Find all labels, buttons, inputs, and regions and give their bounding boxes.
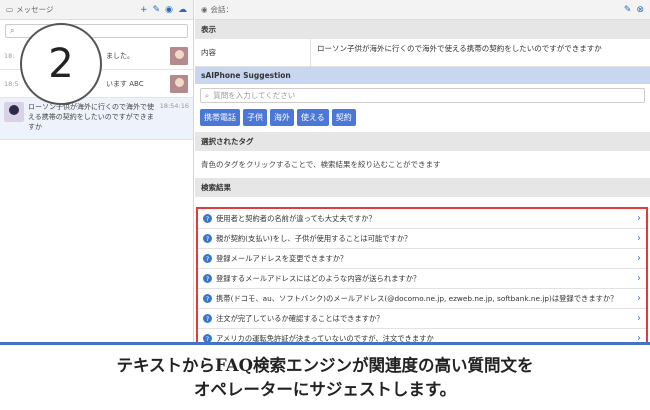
caption-line-1: テキストからFAQ検索エンジンが関連度の高い質問文を [116, 355, 534, 375]
question-icon: ? [203, 214, 212, 223]
eye-icon: ◉ [201, 5, 208, 14]
question-icon: ? [203, 294, 212, 303]
results-header: 検索結果 [195, 178, 650, 197]
chevron-right-icon: › [637, 213, 641, 224]
avatar [4, 102, 24, 122]
search-icon: ⌕ [205, 90, 210, 100]
result-item[interactable]: ? 親が契約(支払い)をし、子供が使用することは可能ですか？ › [198, 229, 646, 249]
suggestion-header: sAIPhone Suggestion [195, 67, 650, 84]
question-icon: ? [203, 314, 212, 323]
chevron-right-icon: › [637, 313, 641, 324]
caption-banner: テキストからFAQ検索エンジンが関連度の高い質問文を オペレーターにサジェストし… [0, 342, 650, 410]
display-value: ローソン子供が海外に行くので海外で使える携帯の契約をしたいのですができますか [317, 44, 602, 53]
tag-button[interactable]: 使える [297, 109, 329, 126]
tag-list: 携帯電話 子供 海外 使える 契約 [195, 107, 650, 132]
result-item[interactable]: ? 登録メールアドレスを変更できますか？ › [198, 249, 646, 269]
result-item[interactable]: ? 携帯(ドコモ、au、ソフトバンク)のメールアドレス(@docomo.ne.j… [198, 289, 646, 309]
search-placeholder: 質問を入力してください [213, 91, 296, 100]
question-icon: ? [203, 334, 212, 342]
step-number-badge: 2 [20, 23, 102, 105]
result-item[interactable]: ? アメリカの運転免許証が決まっていないのですが、注文できますか › [198, 329, 646, 342]
avatar [169, 73, 189, 94]
caption-line-2: オペレーターにサジェストします。 [193, 379, 457, 399]
display-section-header: 表示 [195, 20, 650, 39]
conversation-detail-title: 会話： [210, 5, 234, 14]
result-item[interactable]: ? 使用者と契約者の名前が違っても大丈夫ですか？ › [198, 209, 646, 229]
edit-icon[interactable]: ✎ [153, 5, 161, 15]
plus-icon[interactable]: + [140, 5, 148, 15]
conversation-item-active[interactable]: ローソン子供が海外に行くので海外で使える携帯の契約をしたいのですができますか 1… [0, 98, 193, 140]
question-icon: ? [203, 234, 212, 243]
conversation-detail-header: ◉ 会話： ✎ ⊗ [195, 0, 650, 20]
result-item[interactable]: ? 登録するメールアドレスにはどのような内容が送られますか？ › [198, 269, 646, 289]
message-icon: ▭ [6, 5, 14, 14]
edit-icon[interactable]: ✎ [624, 5, 632, 15]
cloud-icon[interactable]: ☁ [178, 5, 187, 15]
chevron-right-icon: › [637, 293, 641, 304]
tag-button[interactable]: 携帯電話 [200, 109, 240, 126]
search-icon: ⌕ [10, 26, 15, 35]
tag-button[interactable]: 子供 [243, 109, 267, 126]
question-icon: ? [203, 274, 212, 283]
chevron-right-icon: › [637, 333, 641, 342]
display-row: 内容 ローソン子供が海外に行くので海外で使える携帯の契約をしたいのですができます… [195, 39, 650, 67]
chevron-right-icon: › [637, 253, 641, 264]
tag-button[interactable]: 海外 [270, 109, 294, 126]
tag-button[interactable]: 契約 [331, 109, 356, 126]
result-item[interactable]: ? 注文が完了しているか確認することはできますか？ › [198, 309, 646, 329]
chevron-right-icon: › [637, 273, 641, 284]
eye-icon[interactable]: ◉ [165, 5, 173, 15]
close-icon[interactable]: ⊗ [636, 5, 644, 15]
suggestion-search-input[interactable]: ⌕ 質問を入力してください [200, 88, 645, 103]
conversation-list-title: メッセージ [16, 5, 54, 14]
selected-tags-header: 選択されたタグ [195, 132, 650, 151]
search-results-list: ? 使用者と契約者の名前が違っても大丈夫ですか？ › ? 親が契約(支払い)をし… [196, 207, 648, 342]
avatar [169, 45, 189, 66]
display-key: 内容 [195, 39, 311, 66]
chevron-right-icon: › [637, 233, 641, 244]
conversation-list-header: ▭ メッセージ + ✎ ◉ ☁ [0, 0, 193, 20]
question-icon: ? [203, 254, 212, 263]
selected-tags-hint: 青色のタグをクリックすることで、検索結果を絞り込むことができます [201, 160, 441, 169]
